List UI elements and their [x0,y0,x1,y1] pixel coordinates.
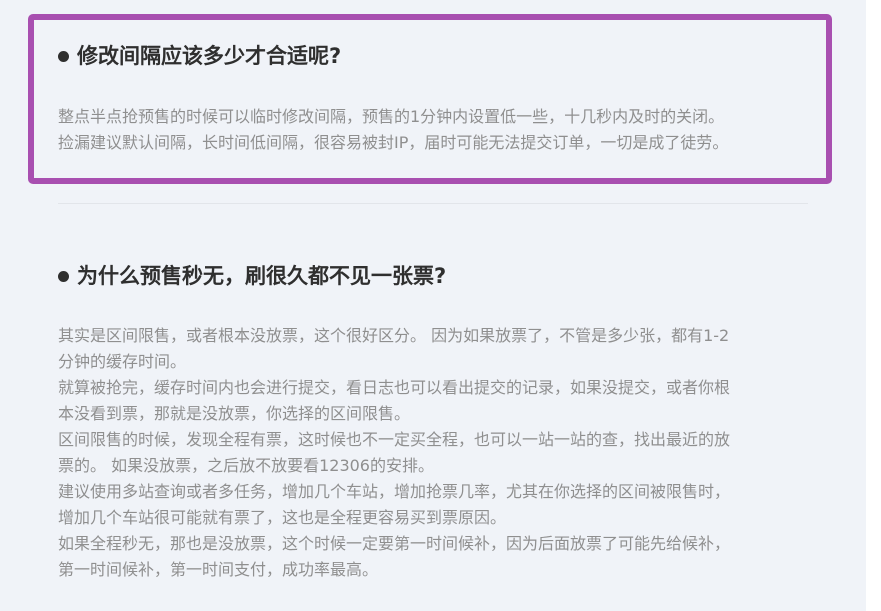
section-heading: 为什么预售秒无，刷很久都不见一张票? [58,262,818,290]
section-paragraph: 整点半点抢预售的时候可以临时修改间隔，预售的1分钟内设置低一些，十几秒内及时的关… [58,104,818,156]
paragraph-line: 增加几个车站很可能就有票了，这也是全程更容易买到票原因。 [58,508,507,527]
page: 修改间隔应该多少才合适呢? 整点半点抢预售的时候可以临时修改间隔，预售的1分钟内… [0,0,881,611]
paragraph-line: 其实是区间限售，或者根本没放票，这个很好区分。 因为如果放票了，不管是多少张，都… [58,326,730,345]
paragraph-line: 区间限售的时候，发现全程有票，这时候也不一定买全程，也可以一站一站的查，找出最近… [58,430,731,449]
paragraph-line: 捡漏建议默认间隔，长时间低间隔，很容易被封IP，届时可能无法提交订单，一切是成了… [58,133,729,152]
paragraph-line: 第一时间候补，第一时间支付，成功率最高。 [58,560,379,579]
divider [58,203,808,204]
section-title: 修改间隔应该多少才合适呢? [77,44,342,68]
section-presale: 为什么预售秒无，刷很久都不见一张票? 其实是区间限售，或者根本没放票，这个很好区… [58,262,818,583]
section-heading: 修改间隔应该多少才合适呢? [58,42,818,70]
section-title: 为什么预售秒无，刷很久都不见一张票? [77,264,447,288]
bullet-dot-icon [58,50,69,62]
paragraph-line: 分钟的缓存时间。 [58,352,187,371]
paragraph-line: 就算被抢完，缓存时间内也会进行提交，看日志也可以看出提交的记录，如果没提交，或者… [58,378,731,397]
section-paragraph: 其实是区间限售，或者根本没放票，这个很好区分。 因为如果放票了，不管是多少张，都… [58,323,818,583]
paragraph-line: 票的。 如果没放票，之后放不放要看12306的安排。 [58,456,434,475]
bullet-dot-icon [58,270,69,282]
paragraph-line: 本没看到票，那就是没放票，你选择的区间限售。 [58,404,411,423]
section-interval: 修改间隔应该多少才合适呢? 整点半点抢预售的时候可以临时修改间隔，预售的1分钟内… [58,42,818,156]
paragraph-line: 如果全程秒无，那也是没放票，这个时候一定要第一时间候补，因为后面放票了可能先给候… [58,534,731,553]
paragraph-line: 建议使用多站查询或者多任务，增加几个车站，增加抢票几率，尤其在你选择的区间被限售… [58,482,731,501]
paragraph-line: 整点半点抢预售的时候可以临时修改间隔，预售的1分钟内设置低一些，十几秒内及时的关… [58,107,725,126]
